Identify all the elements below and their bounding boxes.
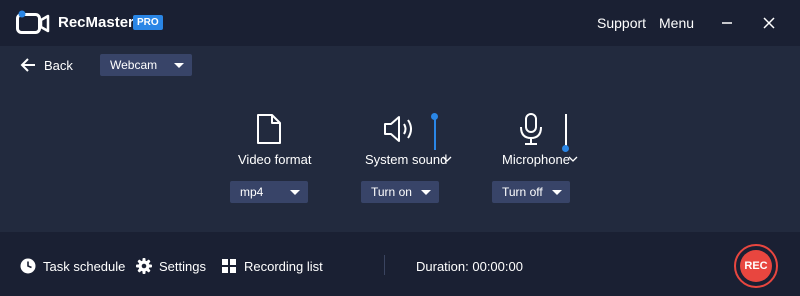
rec-button[interactable]: REC bbox=[734, 244, 778, 288]
support-link[interactable]: Support bbox=[597, 15, 646, 31]
file-icon bbox=[257, 114, 281, 144]
minimize-icon[interactable] bbox=[717, 13, 737, 33]
duration-readout: Duration: 00:00:00 bbox=[416, 259, 523, 274]
caret-down-icon bbox=[174, 63, 184, 68]
camera-logo-icon bbox=[16, 10, 50, 34]
settings-label: Settings bbox=[159, 259, 206, 274]
rec-label: REC bbox=[740, 250, 772, 282]
pro-badge: PRO bbox=[133, 15, 163, 30]
system-sound-volume-track[interactable] bbox=[434, 116, 436, 150]
chevron-down-icon[interactable] bbox=[568, 155, 578, 163]
microphone-volume-handle[interactable] bbox=[562, 144, 569, 152]
microphone-value: Turn off bbox=[502, 185, 543, 199]
video-format-value: mp4 bbox=[240, 185, 264, 199]
system-sound-value: Turn on bbox=[371, 185, 412, 199]
recording-list-label: Recording list bbox=[244, 259, 323, 274]
system-sound-select[interactable]: Turn on bbox=[361, 181, 439, 203]
menu-link[interactable]: Menu bbox=[659, 15, 694, 31]
caret-down-icon bbox=[552, 190, 562, 195]
mode-select[interactable]: Webcam bbox=[100, 54, 192, 76]
footer-divider bbox=[384, 255, 385, 275]
microphone-label: Microphone bbox=[502, 152, 570, 167]
caret-down-icon bbox=[290, 190, 300, 195]
close-icon[interactable] bbox=[759, 13, 779, 33]
grid-list-icon bbox=[222, 259, 236, 273]
mode-select-value: Webcam bbox=[110, 58, 158, 72]
chevron-down-icon[interactable] bbox=[442, 155, 452, 163]
app-name: RecMaster bbox=[58, 14, 134, 31]
system-sound-label: System sound bbox=[365, 152, 448, 167]
gear-icon bbox=[136, 258, 152, 274]
title-bar: RecMaster PRO Support Menu bbox=[0, 0, 800, 46]
caret-down-icon bbox=[421, 190, 431, 195]
clock-icon bbox=[20, 258, 36, 274]
video-format-select[interactable]: mp4 bbox=[230, 181, 308, 203]
speaker-icon[interactable] bbox=[383, 114, 417, 144]
video-format-label: Video format bbox=[238, 152, 312, 167]
microphone-select[interactable]: Turn off bbox=[492, 181, 570, 203]
microphone-volume-track[interactable] bbox=[565, 114, 567, 148]
arrow-left-icon bbox=[20, 58, 35, 72]
system-sound-volume-handle[interactable] bbox=[431, 112, 438, 120]
task-schedule-label: Task schedule bbox=[43, 259, 126, 274]
back-label: Back bbox=[44, 58, 73, 73]
microphone-icon[interactable] bbox=[518, 112, 544, 146]
